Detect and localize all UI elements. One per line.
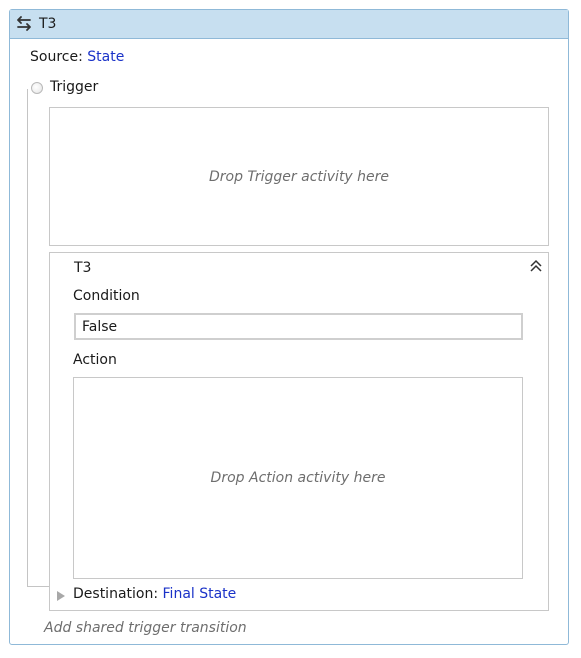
transition-title: T3 — [39, 16, 57, 32]
inner-title: T3 — [74, 260, 92, 276]
source-link[interactable]: State — [87, 49, 124, 65]
trigger-node-icon — [31, 82, 43, 94]
destination-label: Destination: — [73, 586, 159, 602]
add-shared-trigger-link[interactable]: Add shared trigger transition — [44, 620, 247, 636]
action-drop-text: Drop Action activity here — [210, 470, 386, 486]
transition-detail-box: T3 Condition False Action Drop Action ac… — [49, 252, 549, 611]
condition-value: False — [82, 318, 118, 335]
trigger-drop-zone[interactable]: Drop Trigger activity here — [49, 107, 549, 246]
transition-arrows-icon — [15, 16, 33, 32]
connector-line-horizontal — [27, 586, 49, 587]
source-row: Source: State — [30, 49, 124, 65]
arrow-right-icon — [57, 591, 65, 601]
action-drop-zone[interactable]: Drop Action activity here — [73, 377, 523, 579]
title-bar[interactable]: T3 — [10, 10, 568, 39]
trigger-drop-text: Drop Trigger activity here — [208, 168, 390, 185]
destination-row: Destination: Final State — [73, 586, 236, 602]
action-label: Action — [73, 352, 117, 368]
condition-input[interactable]: False — [74, 313, 523, 340]
condition-label: Condition — [73, 288, 140, 304]
destination-link[interactable]: Final State — [163, 586, 237, 602]
source-label: Source: — [30, 49, 83, 65]
trigger-label: Trigger — [50, 79, 99, 95]
connector-line-vertical — [27, 89, 28, 586]
double-chevron-up-icon[interactable] — [529, 258, 543, 272]
